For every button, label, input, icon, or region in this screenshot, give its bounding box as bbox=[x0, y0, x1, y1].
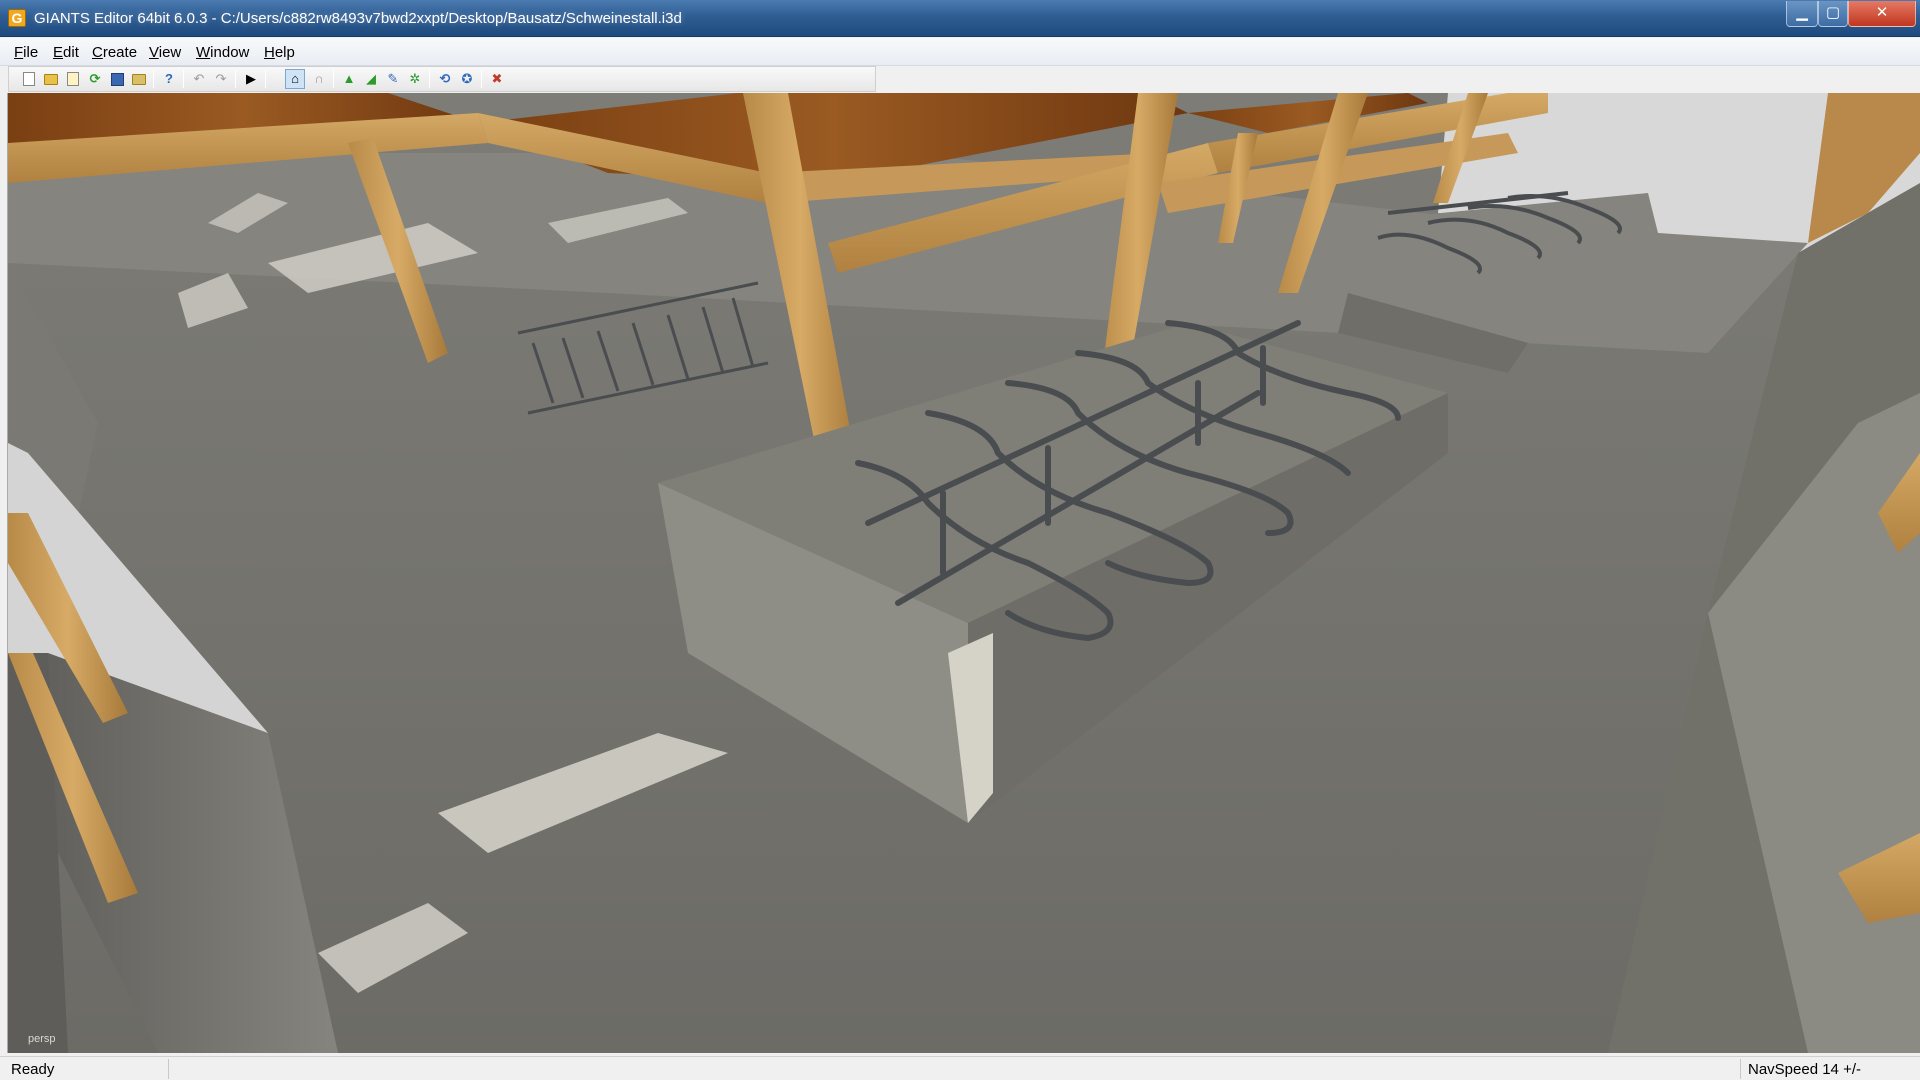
menu-bar: File Edit Create View Window Help bbox=[0, 38, 1920, 66]
3d-viewport[interactable]: persp bbox=[8, 93, 1920, 1053]
menu-edit[interactable]: Edit bbox=[53, 44, 79, 61]
home-view-icon[interactable]: ⌂ bbox=[285, 69, 305, 89]
camera-label: persp bbox=[28, 1033, 56, 1045]
maximize-button[interactable]: ▢ bbox=[1818, 1, 1848, 27]
left-dock-edge bbox=[0, 93, 8, 1053]
close-button[interactable]: ✕ bbox=[1848, 1, 1916, 27]
magnet-icon[interactable]: ∩ bbox=[311, 71, 327, 87]
title-bar: G GIANTS Editor 64bit 6.0.3 - C:/Users/c… bbox=[0, 0, 1920, 37]
redo-icon[interactable]: ↷ bbox=[213, 71, 229, 87]
plant-icon[interactable]: ✲ bbox=[407, 71, 423, 87]
window-title: GIANTS Editor 64bit 6.0.3 - C:/Users/c88… bbox=[34, 10, 682, 27]
status-bar: Ready NavSpeed 14 +/- bbox=[0, 1056, 1920, 1080]
rotate-settings-icon[interactable]: ✪ bbox=[459, 71, 475, 87]
new-file-icon[interactable] bbox=[21, 71, 37, 87]
refresh-icon[interactable]: ⟳ bbox=[87, 71, 103, 87]
menu-help[interactable]: Help bbox=[264, 44, 295, 61]
undo-icon[interactable]: ↶ bbox=[191, 71, 207, 87]
main-toolbar: ⟳ ? ↶ ↷ ▶ ⌂ ∩ ▲ ◢ ✎ ✲ ⟲ ✪ ✖ bbox=[8, 66, 876, 92]
terrain-paint-icon[interactable]: ▲ bbox=[341, 71, 357, 87]
foliage-icon[interactable]: ✎ bbox=[385, 71, 401, 87]
minimize-button[interactable]: ▁ bbox=[1786, 1, 1818, 27]
giants-app-icon[interactable]: G bbox=[8, 9, 26, 27]
nav-speed-indicator: NavSpeed 14 +/- bbox=[1748, 1061, 1861, 1078]
export-icon[interactable] bbox=[131, 71, 147, 87]
help-icon[interactable]: ? bbox=[161, 71, 177, 87]
open-folder-icon[interactable] bbox=[43, 71, 59, 87]
terrain-sculpt-icon[interactable]: ◢ bbox=[363, 71, 379, 87]
menu-file[interactable]: File bbox=[14, 44, 38, 61]
menu-window[interactable]: Window bbox=[196, 44, 249, 61]
save-icon[interactable] bbox=[109, 71, 125, 87]
menu-view[interactable]: View bbox=[149, 44, 181, 61]
scene-render bbox=[8, 93, 1920, 1053]
rotate-icon[interactable]: ⟲ bbox=[437, 71, 453, 87]
delete-icon[interactable]: ✖ bbox=[489, 71, 505, 87]
edit-file-icon[interactable] bbox=[65, 71, 81, 87]
status-text: Ready bbox=[11, 1061, 55, 1078]
menu-create[interactable]: Create bbox=[92, 44, 137, 61]
play-icon[interactable]: ▶ bbox=[243, 71, 259, 87]
